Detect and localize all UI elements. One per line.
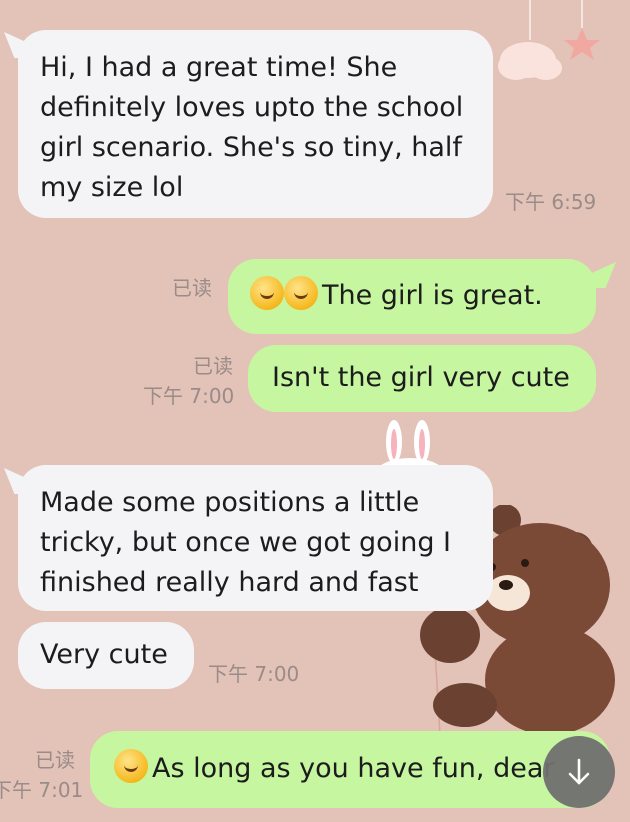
message-timestamp: 下午 7:00 <box>208 662 300 686</box>
message-text: As long as you have fun, dear <box>152 753 555 784</box>
chick-emoji-icon <box>114 749 148 783</box>
incoming-message[interactable]: Hi, I had a great time! She definitely l… <box>18 30 493 218</box>
message-timestamp: 下午 7:01 <box>0 778 84 802</box>
message-text: Hi, I had a great time! She definitely l… <box>40 52 464 203</box>
message-text: The girl is great. <box>322 280 543 311</box>
incoming-message[interactable]: Very cute <box>18 622 194 689</box>
chick-thumbs-up-emoji-icon <box>250 276 284 310</box>
arrow-down-icon <box>568 758 590 785</box>
outgoing-message[interactable]: The girl is great. <box>228 259 596 334</box>
cloud-decoration <box>498 0 600 80</box>
read-receipt: 已读 <box>193 354 233 378</box>
message-text: Very cute <box>40 639 168 670</box>
message-text: Isn't the girl very cute <box>272 362 570 393</box>
read-receipt: 已读 <box>35 748 75 772</box>
message-text: Made some positions a little tricky, but… <box>40 487 451 598</box>
message-timestamp: 下午 6:59 <box>505 190 597 214</box>
outgoing-message[interactable]: Isn't the girl very cute <box>248 345 596 412</box>
outgoing-message[interactable]: As long as you have fun, dear <box>90 731 610 808</box>
message-timestamp: 下午 7:00 <box>143 384 235 408</box>
incoming-message[interactable]: Made some positions a little tricky, but… <box>18 465 493 611</box>
read-receipt: 已读 <box>172 276 212 300</box>
scroll-to-bottom-button[interactable] <box>543 736 615 808</box>
chick-thumbs-up-emoji-icon <box>284 276 318 310</box>
